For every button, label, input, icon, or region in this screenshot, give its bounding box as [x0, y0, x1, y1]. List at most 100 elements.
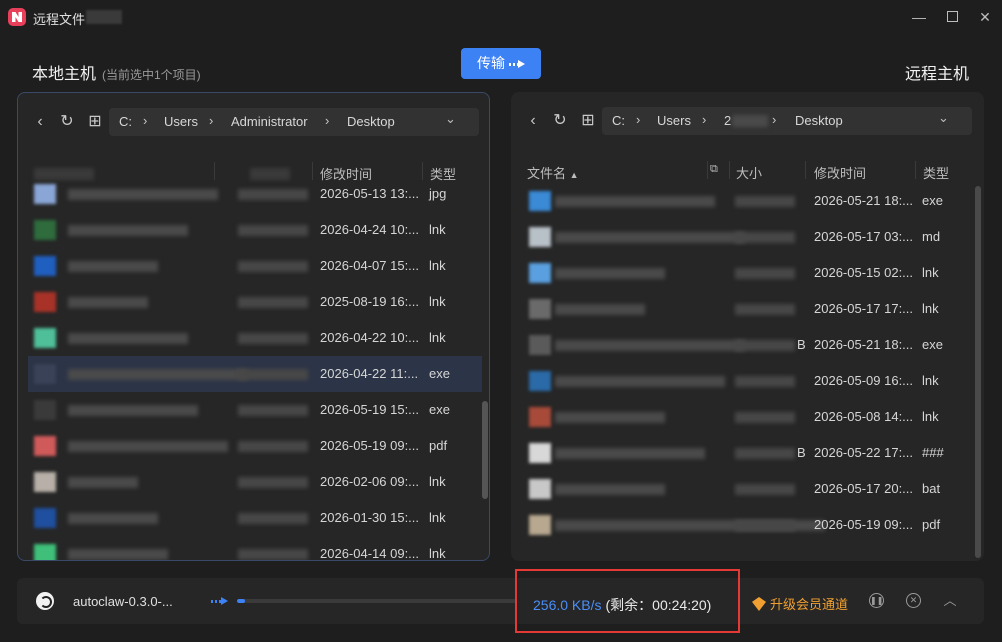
file-icon	[529, 263, 551, 283]
maximize-icon[interactable]	[941, 6, 963, 28]
file-name-blurred	[555, 268, 665, 279]
file-row[interactable]: 2026-04-14 09:... lnk	[18, 536, 489, 560]
crumb-user[interactable]: Administrator	[231, 114, 308, 129]
file-row[interactable]: 2026-05-09 16:... lnk	[511, 363, 984, 399]
col-mtime-header[interactable]: 修改时间	[814, 163, 866, 182]
file-size-blurred	[735, 520, 795, 531]
file-size-blurred	[238, 477, 308, 488]
close-icon[interactable]: ✕	[974, 6, 996, 28]
file-type: bat	[922, 481, 941, 496]
file-row[interactable]: 2026-05-19 09:... pdf	[511, 507, 984, 543]
file-row[interactable]: 2025-08-19 16:... lnk	[18, 284, 489, 320]
file-row[interactable]: 2026-05-19 09:... pdf	[18, 428, 489, 464]
crumb-users[interactable]: Users	[657, 113, 691, 128]
remote-scrollbar[interactable]	[975, 186, 981, 558]
file-icon	[529, 443, 551, 463]
crumb-drive[interactable]: C:	[612, 113, 625, 128]
minimize-icon[interactable]: —	[908, 6, 930, 28]
file-icon	[34, 472, 56, 492]
file-size-blurred	[238, 261, 308, 272]
file-name-blurred	[68, 513, 158, 524]
transfer-status-bar: autoclaw-0.3.0-... 256.0 KB/s (剩余：00:24:2…	[17, 569, 984, 633]
col-size-header[interactable]: 大小	[736, 163, 762, 182]
remote-file-panel: ‹ ↻ ⊞ C: › Users › 2 › Desktop ⌄ 文件名 ▲ ⧉…	[511, 92, 984, 561]
back-icon[interactable]: ‹	[27, 108, 53, 136]
col-type-header[interactable]: 类型	[923, 163, 949, 182]
file-mtime: 2025-08-19 16:...	[320, 294, 420, 309]
file-icon	[529, 371, 551, 391]
file-row[interactable]: 2026-05-17 17:... lnk	[511, 291, 984, 327]
type-filter-icon[interactable]: ⧉	[710, 163, 718, 176]
file-icon	[34, 220, 56, 240]
file-mtime: 2026-05-17 20:...	[814, 481, 914, 496]
col-separator	[729, 161, 730, 179]
file-row[interactable]: 2026-05-17 20:... bat	[511, 471, 984, 507]
progress-fill	[237, 599, 246, 603]
new-folder-icon[interactable]: ⊞	[575, 107, 601, 135]
local-scrollbar[interactable]	[482, 401, 488, 499]
chevron-right-icon: ›	[636, 112, 641, 127]
file-row[interactable]: 2026-05-19 15:... exe	[18, 392, 489, 428]
file-row[interactable]: 2026-01-30 15:... lnk	[18, 500, 489, 536]
refresh-icon[interactable]: ↻	[54, 108, 80, 136]
file-type: exe	[922, 337, 943, 352]
file-icon	[34, 292, 56, 312]
file-row[interactable]: 2026-04-07 15:... lnk	[18, 248, 489, 284]
file-row[interactable]: 2026-04-24 10:... lnk	[18, 212, 489, 248]
crumb-users[interactable]: Users	[164, 114, 198, 129]
file-row[interactable]: B 2026-05-22 17:... ###	[511, 435, 984, 471]
file-size-unit: B	[797, 445, 806, 460]
file-row[interactable]: 2026-05-15 02:... lnk	[511, 255, 984, 291]
file-icon	[34, 184, 56, 204]
local-path-bar[interactable]: C: › Users › Administrator › Desktop ⌄	[109, 108, 479, 136]
file-type: exe	[922, 193, 943, 208]
app-logo-icon	[8, 8, 26, 26]
file-size-blurred	[238, 369, 308, 380]
file-type: lnk	[922, 409, 939, 424]
pause-icon[interactable]: ❚❚	[869, 593, 884, 608]
file-mtime: 2026-05-21 18:...	[814, 337, 914, 352]
transfer-button[interactable]: 传输	[461, 48, 541, 79]
file-icon	[529, 515, 551, 535]
file-size-blurred	[735, 232, 795, 243]
file-row[interactable]: 2026-05-21 18:... exe	[511, 183, 984, 219]
new-folder-icon[interactable]: ⊞	[82, 108, 108, 136]
file-size-blurred	[735, 340, 795, 351]
file-mtime: 2026-05-19 09:...	[814, 517, 914, 532]
upgrade-vip-link[interactable]: 升级会员通道	[752, 594, 848, 613]
col-name-header[interactable]: 文件名 ▲	[527, 163, 579, 182]
file-row[interactable]: 2026-05-17 03:... md	[511, 219, 984, 255]
refresh-icon[interactable]: ↻	[547, 107, 573, 135]
file-mtime: 2026-01-30 15:...	[320, 510, 420, 525]
file-type: pdf	[922, 517, 941, 532]
file-mtime: 2026-05-17 03:...	[814, 229, 914, 244]
crumb-desktop[interactable]: Desktop	[795, 113, 843, 128]
chevron-up-icon[interactable]: ︿	[941, 592, 959, 610]
crumb-desktop[interactable]: Desktop	[347, 114, 395, 129]
file-name-blurred	[68, 477, 138, 488]
file-row[interactable]: 2026-02-06 09:... lnk	[18, 464, 489, 500]
chevron-down-icon[interactable]: ⌄	[445, 111, 456, 127]
file-row[interactable]: 2026-05-13 13:... jpg	[18, 176, 489, 212]
remote-path-bar[interactable]: C: › Users › 2 › Desktop ⌄	[602, 107, 972, 135]
file-size-blurred	[238, 549, 308, 560]
file-icon	[34, 544, 56, 560]
file-row[interactable]: 2026-05-08 14:... lnk	[511, 399, 984, 435]
file-name-blurred	[68, 369, 248, 380]
cancel-icon[interactable]: ✕	[906, 593, 921, 608]
crumb-user[interactable]: 2	[724, 113, 731, 128]
remote-nav-bar: ‹ ↻ ⊞ C: › Users › 2 › Desktop ⌄	[511, 107, 984, 135]
chevron-down-icon[interactable]: ⌄	[938, 110, 949, 126]
file-icon	[34, 436, 56, 456]
file-row[interactable]: B 2026-05-21 18:... exe	[511, 327, 984, 363]
file-name-blurred	[555, 340, 745, 351]
file-mtime: 2026-05-17 17:...	[814, 301, 914, 316]
back-icon[interactable]: ‹	[520, 107, 546, 135]
file-row[interactable]: 2026-04-22 10:... lnk	[18, 320, 489, 356]
crumb-drive[interactable]: C:	[119, 114, 132, 129]
file-size-blurred	[735, 484, 795, 495]
file-size-blurred	[735, 268, 795, 279]
arrow-right-icon	[509, 59, 525, 69]
file-row[interactable]: 2026-04-22 11:... exe	[28, 356, 482, 392]
file-name-blurred	[555, 376, 725, 387]
